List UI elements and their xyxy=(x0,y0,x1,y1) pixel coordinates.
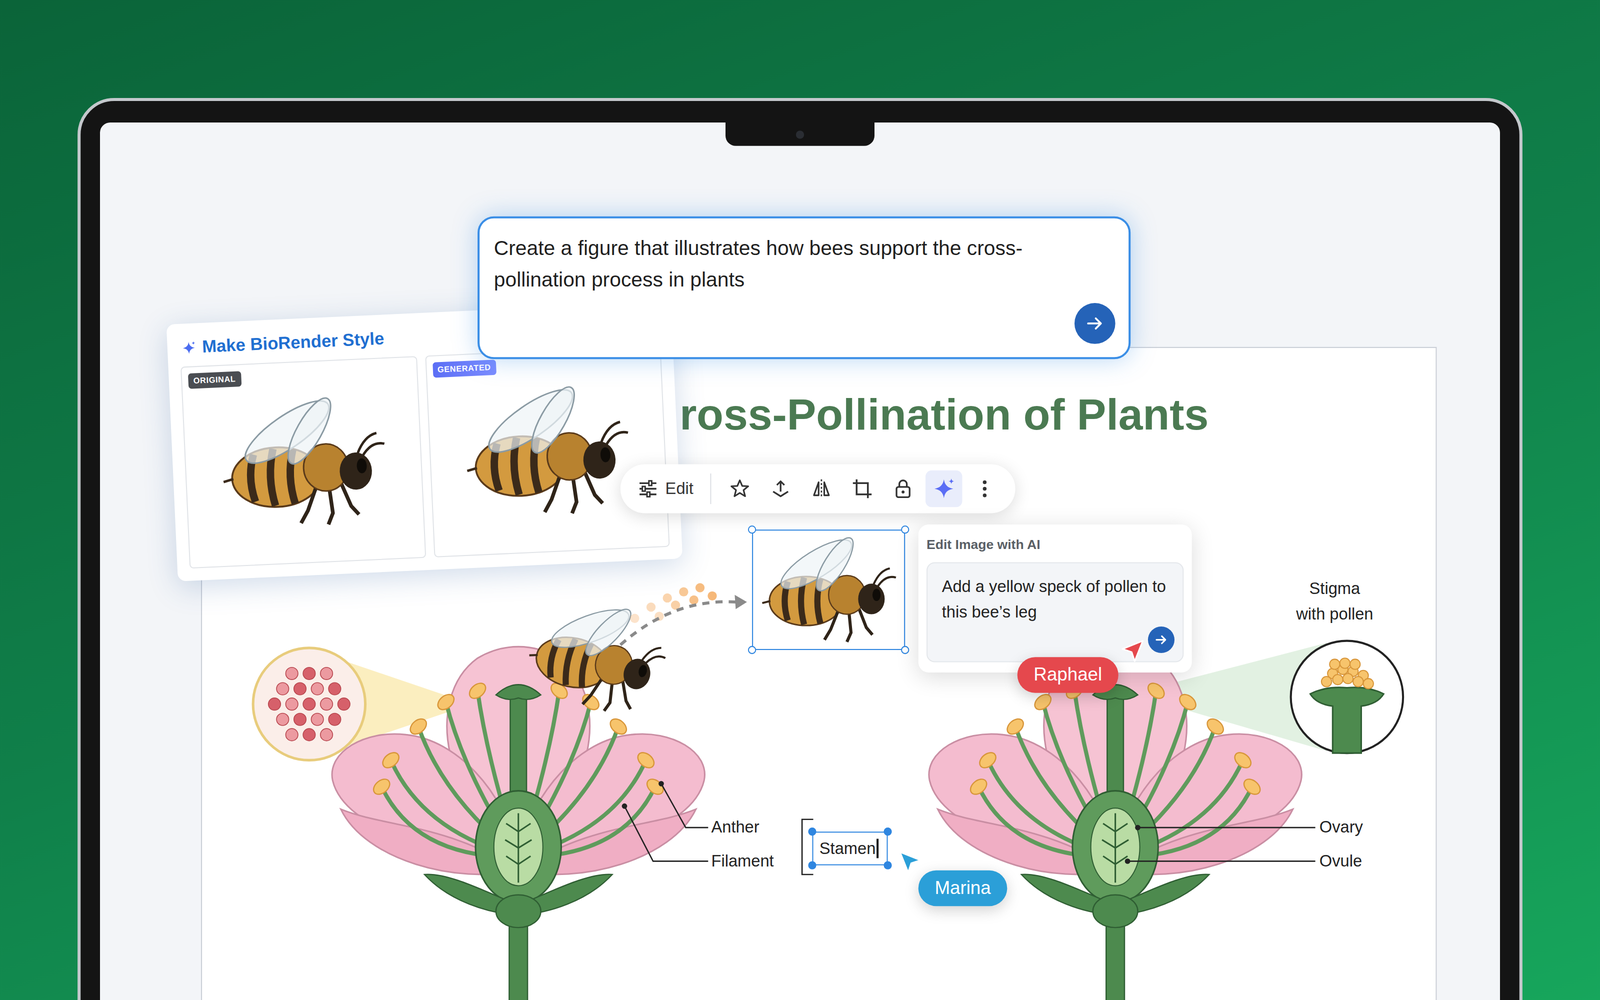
card-title: Make BioRender Style xyxy=(201,329,385,358)
resize-handle[interactable] xyxy=(808,827,816,836)
sparkle-icon xyxy=(181,340,197,356)
stigma-label[interactable]: Stigmawith pollen xyxy=(1273,575,1396,627)
resize-handle[interactable] xyxy=(883,827,892,836)
send-button[interactable] xyxy=(1074,303,1116,344)
sliders-icon xyxy=(636,477,659,500)
bee-image xyxy=(213,390,393,535)
stigma-zoom xyxy=(1291,641,1403,753)
label-line: Stigma xyxy=(1273,575,1396,601)
prompt-text[interactable]: Create a figure that illustrates how bee… xyxy=(494,232,1115,296)
promo-stage: ross-Pollination of Plants Anther Filamen… xyxy=(0,0,1600,1000)
leader-lines xyxy=(622,781,1316,875)
image-panel[interactable]: ORIGINAL xyxy=(180,356,426,569)
figure-label[interactable]: Ovary xyxy=(1319,818,1363,837)
bee-image xyxy=(757,533,900,646)
edit-label: Edit xyxy=(665,479,694,498)
resize-handle[interactable] xyxy=(808,861,816,869)
flower-left[interactable] xyxy=(332,646,705,1000)
ai-button[interactable] xyxy=(925,470,962,507)
image-toolbar: Edit xyxy=(620,464,1015,514)
stamen-text[interactable]: Stamen xyxy=(819,839,876,858)
bee-on-flower[interactable] xyxy=(521,585,675,721)
flower-right[interactable] xyxy=(929,646,1302,1000)
stamen-text-field[interactable]: Stamen xyxy=(812,831,887,865)
camera-icon xyxy=(796,130,804,138)
ai-edit-field[interactable]: Add a yellow speck of pollen to this bee… xyxy=(926,562,1184,662)
resize-handle[interactable] xyxy=(901,646,909,654)
text-caret xyxy=(876,839,878,859)
flip-icon xyxy=(810,477,833,500)
upload-icon xyxy=(769,477,792,500)
cursor-icon xyxy=(898,850,923,875)
image-panel[interactable]: GENERATED xyxy=(424,345,670,558)
resize-handle[interactable] xyxy=(883,861,892,869)
edit-button[interactable]: Edit xyxy=(636,473,700,504)
camera-notch xyxy=(725,122,875,146)
bee-image xyxy=(457,379,637,524)
figure-label[interactable]: Filament xyxy=(711,852,774,871)
ai-send-button[interactable] xyxy=(1148,626,1175,653)
ai-edit-panel: Edit Image with AI Add a yellow speck of… xyxy=(918,524,1192,673)
sparkle-icon xyxy=(932,477,955,500)
resize-handle[interactable] xyxy=(748,646,756,654)
pollen-zoom xyxy=(253,648,365,760)
arrow-right-icon xyxy=(1154,632,1169,647)
crop-button[interactable] xyxy=(843,470,880,507)
lock-icon xyxy=(891,477,914,500)
resize-handle[interactable] xyxy=(748,525,756,534)
flip-button[interactable] xyxy=(802,470,839,507)
lock-button[interactable] xyxy=(884,470,921,507)
prompt-box[interactable]: Create a figure that illustrates how bee… xyxy=(477,216,1131,360)
collaborator-label: Raphael xyxy=(1017,657,1119,693)
star-button[interactable] xyxy=(721,470,758,507)
selected-image[interactable] xyxy=(752,529,905,650)
arrow-right-icon xyxy=(1084,313,1105,334)
ai-edit-title: Edit Image with AI xyxy=(926,536,1184,552)
upload-button[interactable] xyxy=(762,470,799,507)
cursor-icon xyxy=(1120,639,1145,664)
panel-badge: ORIGINAL xyxy=(188,371,241,389)
resize-handle[interactable] xyxy=(901,525,909,534)
figure-title[interactable]: ross-Pollination of Plants xyxy=(679,390,1209,440)
toolbar-divider xyxy=(710,473,711,504)
ai-edit-text[interactable]: Add a yellow speck of pollen to this bee… xyxy=(942,573,1169,625)
collaborator-label: Marina xyxy=(918,870,1008,906)
more-icon xyxy=(973,477,996,500)
crop-icon xyxy=(850,477,873,500)
pollen-trail xyxy=(620,583,747,645)
figure-label[interactable]: Ovule xyxy=(1319,852,1362,871)
more-button[interactable] xyxy=(966,470,1003,507)
star-icon xyxy=(728,477,751,500)
card-panels: ORIGINAL GENERATED xyxy=(168,344,682,569)
label-line: with pollen xyxy=(1273,601,1396,627)
panel-badge: GENERATED xyxy=(432,359,496,378)
figure-label[interactable]: Anther xyxy=(711,818,759,837)
